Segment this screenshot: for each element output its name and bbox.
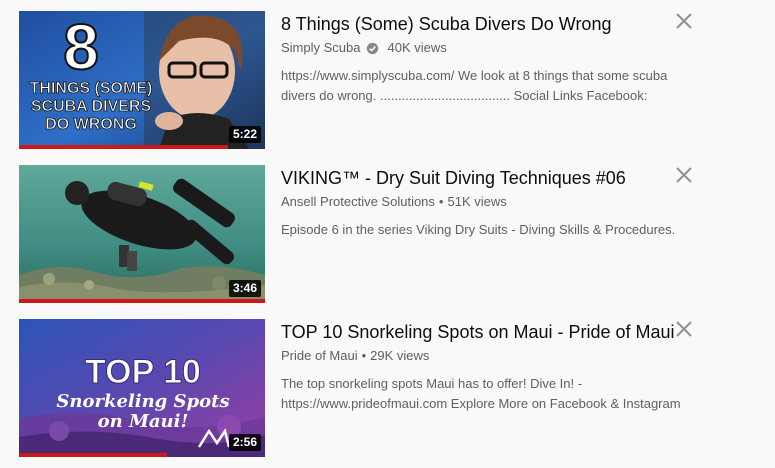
close-icon[interactable] bbox=[675, 166, 693, 184]
video-thumbnail[interactable]: 3:46 bbox=[19, 165, 265, 303]
video-title[interactable]: 8 Things (Some) Scuba Divers Do Wrong bbox=[281, 11, 681, 37]
view-count: 40K views bbox=[387, 40, 447, 55]
duration-badge: 2:56 bbox=[228, 434, 261, 451]
video-description: The top snorkeling spots Maui has to off… bbox=[281, 376, 681, 411]
video-info: TOP 10 Snorkeling Spots on Maui - Pride … bbox=[281, 319, 681, 414]
meta-separator: • bbox=[438, 194, 444, 209]
video-thumbnail[interactable]: TOP 10 Snorkeling Spots on Maui! 2:56 bbox=[19, 319, 265, 457]
verified-check-icon bbox=[367, 42, 379, 54]
video-info: 8 Things (Some) Scuba Divers Do Wrong Si… bbox=[281, 11, 681, 106]
video-title[interactable]: TOP 10 Snorkeling Spots on Maui - Pride … bbox=[281, 319, 681, 345]
video-meta: Simply Scuba 40K views bbox=[281, 39, 681, 57]
watch-progress-bar bbox=[19, 299, 265, 303]
duration-badge: 5:22 bbox=[228, 126, 261, 143]
video-info: VIKING™ - Dry Suit Diving Techniques #06… bbox=[281, 165, 681, 240]
video-description: https://www.simplyscuba.com/ We look at … bbox=[281, 68, 668, 103]
video-title[interactable]: VIKING™ - Dry Suit Diving Techniques #06 bbox=[281, 165, 681, 191]
watch-progress-bar bbox=[19, 145, 229, 149]
watch-progress-bar bbox=[19, 453, 167, 457]
video-meta: Ansell Protective Solutions • 51K views bbox=[281, 193, 681, 211]
thumbnail-caption-line: THINGS (SOME) bbox=[30, 80, 153, 97]
meta-separator: • bbox=[361, 348, 367, 363]
video-item: TOP 10 Snorkeling Spots on Maui! 2:56 TO… bbox=[19, 319, 709, 459]
thumbnail-number: 8 bbox=[63, 11, 99, 83]
close-icon[interactable] bbox=[675, 320, 693, 338]
duration-badge: 3:46 bbox=[228, 280, 261, 297]
view-count: 51K views bbox=[447, 194, 507, 209]
thumbnail-caption-line: DO WRONG bbox=[45, 116, 137, 133]
video-meta: Pride of Maui • 29K views bbox=[281, 347, 681, 365]
video-description: Episode 6 in the series Viking Dry Suits… bbox=[281, 222, 676, 237]
thumbnail-caption-line: Snorkeling Spots bbox=[56, 391, 229, 412]
thumbnail-caption-line: SCUBA DIVERS bbox=[31, 98, 152, 115]
channel-name[interactable]: Pride of Maui bbox=[281, 347, 358, 365]
channel-name[interactable]: Simply Scuba bbox=[281, 39, 360, 57]
thumbnail-caption-line: on Maui! bbox=[98, 411, 189, 432]
view-count: 29K views bbox=[370, 348, 430, 363]
channel-name[interactable]: Ansell Protective Solutions bbox=[281, 193, 435, 211]
video-item: 3:46 VIKING™ - Dry Suit Diving Technique… bbox=[19, 165, 709, 305]
video-thumbnail[interactable]: 8 THINGS (SOME) SCUBA DIVERS DO WRONG 5:… bbox=[19, 11, 265, 149]
video-item: 8 THINGS (SOME) SCUBA DIVERS DO WRONG 5:… bbox=[19, 11, 709, 151]
close-icon[interactable] bbox=[675, 12, 693, 30]
thumbnail-caption-line: TOP 10 bbox=[85, 353, 201, 391]
